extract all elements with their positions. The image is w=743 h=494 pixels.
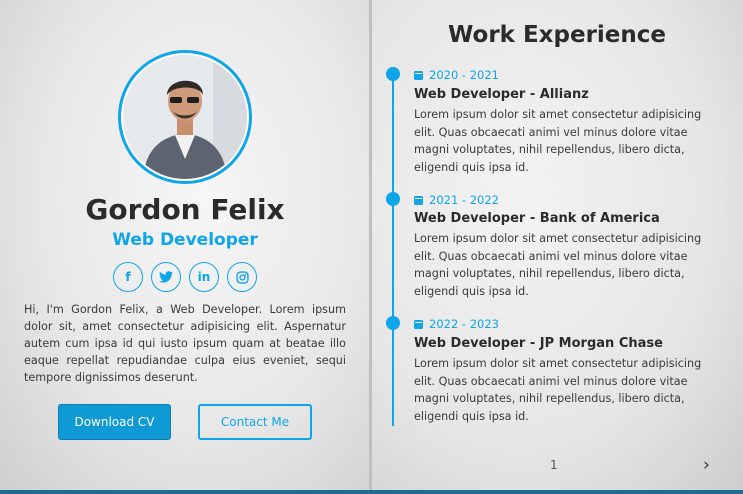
calendar-icon bbox=[414, 70, 423, 80]
timeline-dot bbox=[386, 192, 400, 206]
next-page-arrow-icon[interactable]: › bbox=[703, 455, 710, 475]
period-label: 2022 - 2023 bbox=[429, 317, 499, 331]
twitter-icon[interactable] bbox=[151, 262, 181, 292]
timeline-line bbox=[392, 76, 394, 426]
avatar bbox=[118, 50, 252, 184]
job-description: Lorem ipsum dolor sit amet consectetur a… bbox=[414, 357, 702, 423]
job-title: Web Developer - Allianz bbox=[414, 87, 589, 102]
page-number: 1 bbox=[550, 458, 558, 472]
profile-name: Gordon Felix bbox=[85, 193, 285, 226]
job-description: Lorem ipsum dolor sit amet consectetur a… bbox=[414, 232, 702, 298]
linkedin-icon[interactable]: in bbox=[189, 262, 219, 292]
experience-period: 2020 - 2021 bbox=[414, 68, 499, 82]
experience-period: 2021 - 2022 bbox=[414, 193, 499, 207]
timeline-dot bbox=[386, 67, 400, 81]
job-description: Lorem ipsum dolor sit amet consectetur a… bbox=[414, 108, 702, 174]
contact-me-button[interactable]: Contact Me bbox=[198, 404, 312, 440]
period-label: 2021 - 2022 bbox=[429, 193, 499, 207]
profile-bio: Hi, I'm Gordon Felix, a Web Developer. L… bbox=[24, 303, 346, 384]
timeline-dot bbox=[386, 316, 400, 330]
job-title: Web Developer - Bank of America bbox=[414, 211, 660, 226]
avatar-photo bbox=[123, 55, 247, 179]
section-title: Work Experience bbox=[447, 22, 667, 48]
social-links: f in bbox=[113, 262, 257, 292]
profile-role: Web Developer bbox=[112, 230, 258, 250]
calendar-icon bbox=[414, 195, 423, 205]
facebook-icon[interactable]: f bbox=[113, 262, 143, 292]
download-cv-button[interactable]: Download CV bbox=[58, 404, 171, 440]
job-title: Web Developer - JP Morgan Chase bbox=[414, 336, 663, 351]
period-label: 2020 - 2021 bbox=[429, 68, 499, 82]
instagram-icon[interactable] bbox=[227, 262, 257, 292]
experience-period: 2022 - 2023 bbox=[414, 317, 499, 331]
calendar-icon bbox=[414, 319, 423, 329]
